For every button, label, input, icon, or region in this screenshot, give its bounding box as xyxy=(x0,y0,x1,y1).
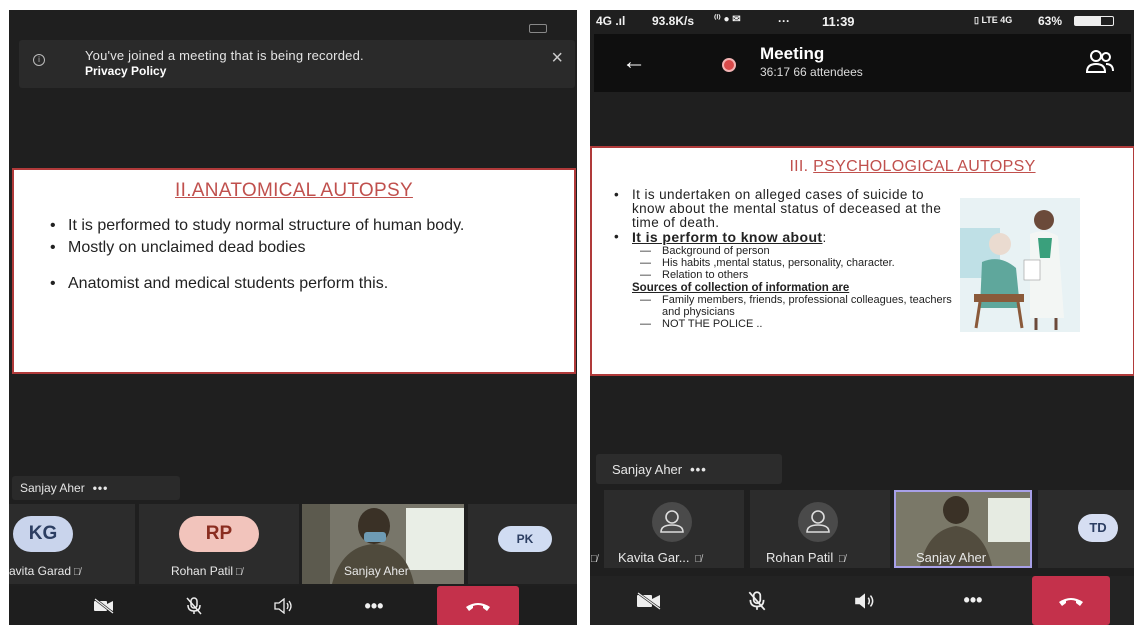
participant-name: avita Garad 🎙̸ xyxy=(9,564,81,578)
slide-subitem: NOT THE POLICE .. xyxy=(632,318,954,330)
slide-bullet: It is undertaken on alleged cases of sui… xyxy=(614,188,954,230)
left-screenshot: i You've joined a meeting that is being … xyxy=(9,10,577,625)
person-icon xyxy=(798,502,838,542)
status-bar: 4G .ıl 93.8K/s ⁽ⁱ⁾ ● ✉ ··· 11:39 ▯ LTE 4… xyxy=(590,10,1134,32)
more-options-button[interactable]: ••• xyxy=(339,586,409,625)
participant-tile[interactable]: PK xyxy=(468,504,577,584)
battery-icon xyxy=(529,24,547,33)
doctor-patient-illustration xyxy=(960,198,1080,332)
recording-banner: i You've joined a meeting that is being … xyxy=(19,40,575,88)
speaker-name: Sanjay Aher xyxy=(612,462,683,477)
active-speaker-chip[interactable]: Sanjay Aher ••• xyxy=(596,454,782,484)
phone-hangup-icon xyxy=(466,603,490,611)
call-controls: ••• xyxy=(9,586,577,625)
avatar: RP xyxy=(179,516,259,552)
participant-tile[interactable]: Kavita Gar... 🎙̸ xyxy=(604,490,744,568)
avatar: TD xyxy=(1078,514,1118,542)
slide-title: III. PSYCHOLOGICAL AUTOPSY xyxy=(789,158,1036,175)
slide-subitem: Family members, friends, professional co… xyxy=(632,294,954,318)
data-speed: 93.8K/s xyxy=(652,14,695,28)
battery-percent: 63% xyxy=(1038,14,1063,28)
speaker-name: Sanjay Aher xyxy=(20,481,85,495)
slide-subitem: His habits ,mental status, personality, … xyxy=(632,257,954,269)
notification-icons: ⁽ⁱ⁾ ● ✉ xyxy=(714,14,741,25)
recording-icon xyxy=(722,58,736,72)
person-icon xyxy=(652,502,692,542)
participant-tile[interactable]: KG avita Garad 🎙̸ xyxy=(9,504,135,584)
avatar: PK xyxy=(498,526,552,552)
back-arrow-icon[interactable]: ← xyxy=(622,48,646,76)
participant-tile[interactable]: RP Rohan Patil 🎙̸ xyxy=(139,504,299,584)
camera-off-icon[interactable] xyxy=(69,586,139,625)
slide-bullet: Mostly on unclaimed dead bodies xyxy=(46,238,554,258)
participant-video-tile[interactable]: Sanjay Aher xyxy=(302,504,464,584)
speaker-icon[interactable] xyxy=(830,576,900,625)
slide-bullet: Anatomist and medical students perform t… xyxy=(46,274,554,294)
status-more: ··· xyxy=(778,14,790,28)
participant-name: Sanjay Aher xyxy=(344,564,409,578)
phone-hangup-icon xyxy=(1059,597,1083,606)
battery-icon xyxy=(1074,16,1114,26)
slide-subheading: Sources of collection of information are xyxy=(632,282,850,294)
speaker-icon[interactable] xyxy=(249,586,319,625)
call-controls: ••• xyxy=(590,576,1134,625)
slide-bullet: It is performed to study normal structur… xyxy=(46,216,554,236)
slide-title: II.ANATOMICAL AUTOPSY xyxy=(175,180,413,201)
hang-up-button[interactable] xyxy=(437,586,519,625)
network-indicator: 4G .ıl xyxy=(596,14,626,28)
participant-name: Kavita Gar... 🎙̸ xyxy=(618,550,702,565)
shared-slide: III. PSYCHOLOGICAL AUTOPSY It is underta… xyxy=(590,146,1134,376)
participants-icon[interactable] xyxy=(1085,48,1115,76)
shared-slide: II.ANATOMICAL AUTOPSY It is performed to… xyxy=(12,168,576,374)
mic-off-icon[interactable] xyxy=(722,576,792,625)
active-speaker-chip[interactable]: Sanjay Aher ••• xyxy=(12,476,180,500)
more-options-icon[interactable]: ••• xyxy=(690,462,707,477)
slide-subitem: Background of person xyxy=(632,245,954,257)
participant-tile[interactable]: TD xyxy=(1038,490,1134,568)
slide-bullets: It is performed to study normal structur… xyxy=(46,216,554,296)
mic-off-icon: 🎙̸ xyxy=(835,554,846,565)
meeting-title: Meeting xyxy=(760,44,825,63)
info-icon: i xyxy=(33,54,45,66)
slide-bullet-heading: It is perform to know about: xyxy=(614,230,954,245)
signal-icons: ▯ LTE 4G xyxy=(974,15,1013,25)
clock: 11:39 xyxy=(822,14,855,29)
more-options-icon[interactable]: ••• xyxy=(93,481,109,495)
participant-name: Rohan Patil 🎙̸ xyxy=(766,550,846,565)
meeting-duration-attendees: 36:17 66 attendees xyxy=(760,65,863,79)
mic-off-icon: 🎙̸ xyxy=(235,567,243,578)
participant-tile[interactable]: Rohan Patil 🎙̸ xyxy=(750,490,890,568)
close-icon[interactable]: × xyxy=(551,48,563,68)
camera-off-icon[interactable] xyxy=(614,576,684,625)
privacy-policy-link[interactable]: Privacy Policy xyxy=(85,64,166,78)
slide-body: It is undertaken on alleged cases of sui… xyxy=(614,188,954,331)
participant-name: Rohan Patil 🎙̸ xyxy=(171,564,243,578)
avatar: KG xyxy=(13,516,73,552)
more-options-button[interactable]: ••• xyxy=(938,576,1008,625)
right-screenshot: 4G .ıl 93.8K/s ⁽ⁱ⁾ ● ✉ ··· 11:39 ▯ LTE 4… xyxy=(590,10,1134,625)
recording-message: You've joined a meeting that is being re… xyxy=(85,48,364,63)
mic-off-icon[interactable] xyxy=(159,586,229,625)
mic-off-icon: 🎙̸ xyxy=(590,554,598,565)
slide-subitem: Relation to others xyxy=(632,269,954,281)
participant-video-tile[interactable]: Sanjay Aher xyxy=(894,490,1032,568)
meeting-header: ← Meeting 36:17 66 attendees xyxy=(594,34,1131,92)
hang-up-button[interactable] xyxy=(1032,576,1110,625)
mic-off-icon: 🎙̸ xyxy=(691,554,702,565)
participant-name: Sanjay Aher xyxy=(916,550,987,565)
mic-off-icon: 🎙̸ xyxy=(73,567,81,578)
